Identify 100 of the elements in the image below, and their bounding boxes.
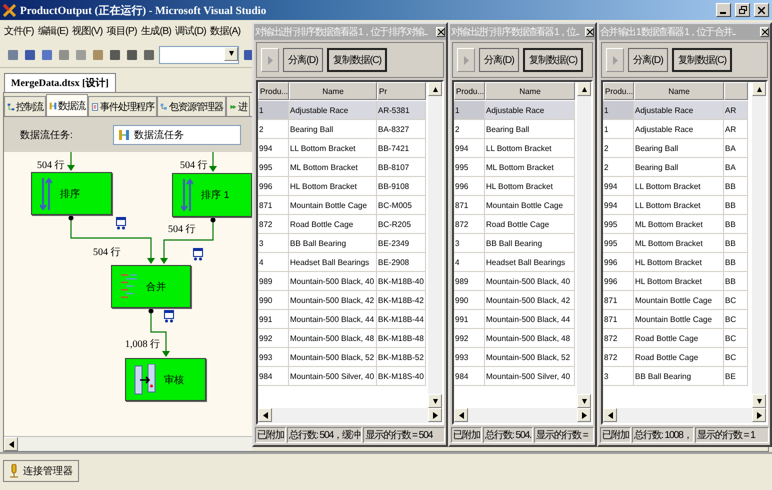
transform-node[interactable]: 排序 xyxy=(31,172,112,215)
status-text: 显示的行数 = 504 xyxy=(363,427,445,443)
table-cell: BK-M18S-40 xyxy=(377,367,426,386)
status-text: 显示的行数 = 1 xyxy=(694,427,769,443)
copy-data-button[interactable]: 复制数据(C) xyxy=(522,48,584,72)
table-cell: Mountain Bottle Cage xyxy=(634,310,724,329)
table-cell: BK-M18B-40 xyxy=(377,272,426,291)
table-cell: 996 xyxy=(454,177,485,196)
table-cell: 872 xyxy=(603,329,634,348)
scroll-right-icon xyxy=(582,412,586,418)
table-cell: 994 xyxy=(603,177,634,196)
row-count-label: 504 行 xyxy=(93,246,120,259)
table-cell: Mountain Bottle Cage xyxy=(485,196,575,215)
column-header[interactable]: Name xyxy=(289,82,377,100)
designer-tab[interactable]: 控制流 xyxy=(4,96,46,116)
vertical-scrollbar[interactable] xyxy=(577,82,591,408)
data-viewer-icon[interactable] xyxy=(164,310,174,323)
menu-item[interactable]: 项目(P) xyxy=(104,22,139,40)
detach-button[interactable]: 分离(D) xyxy=(283,48,323,72)
table-cell: 1 xyxy=(603,120,634,139)
designer-tab[interactable]: 包资源管理器 xyxy=(157,96,226,116)
menu-item[interactable]: 编辑(E) xyxy=(36,22,70,40)
horizontal-scrollbar[interactable] xyxy=(603,408,766,423)
close-button[interactable] xyxy=(436,27,445,37)
table-cell: 2 xyxy=(603,139,634,158)
horizontal-scrollbar[interactable] xyxy=(4,436,252,451)
table-cell: Adjustable Race xyxy=(634,120,724,139)
transform-node[interactable]: 审核 xyxy=(125,358,206,401)
close-button[interactable] xyxy=(754,3,769,17)
data-flow-icon xyxy=(49,100,57,110)
row-count-label: 504 行 xyxy=(180,159,208,172)
restore-button[interactable] xyxy=(735,3,750,17)
copy-data-button[interactable]: 复制数据(C) xyxy=(672,48,732,72)
data-viewer-icon[interactable] xyxy=(116,217,126,230)
designer-tab[interactable]: 事件处理程序 xyxy=(88,96,157,116)
table-cell: BA xyxy=(724,139,748,158)
column-header[interactable]: Produ... xyxy=(603,82,634,100)
menu-item[interactable]: 视图(V) xyxy=(70,22,104,40)
column-header[interactable]: Name xyxy=(485,82,575,100)
designer-tab[interactable]: 进 xyxy=(226,96,250,116)
connector-arrow[interactable] xyxy=(160,218,216,264)
designer-tab[interactable]: 数据流 xyxy=(46,94,88,116)
close-button[interactable] xyxy=(585,27,594,37)
scroll-left-icon xyxy=(458,412,464,418)
copy-data-button[interactable]: 复制数据(C) xyxy=(326,48,388,72)
column-header[interactable]: Pr xyxy=(377,82,426,100)
dropdown-caret-icon xyxy=(228,50,234,57)
scroll-left-icon xyxy=(608,412,612,418)
scroll-up-icon xyxy=(432,86,438,92)
table-cell: BB xyxy=(724,272,748,291)
vertical-scrollbar[interactable] xyxy=(752,82,766,408)
table-cell: BC xyxy=(724,310,748,329)
menu-item[interactable]: 文件(F) xyxy=(2,22,36,40)
connection-managers-tab[interactable]: 连接管理器 xyxy=(3,460,79,482)
column-header[interactable]: Produ... xyxy=(258,82,289,100)
table-cell: Mountain-500 Black, 48 xyxy=(485,329,575,348)
connector-arrow[interactable] xyxy=(148,308,170,357)
column-header[interactable] xyxy=(724,82,748,100)
scroll-left-icon xyxy=(262,412,268,418)
table-cell: 996 xyxy=(603,253,634,272)
row-count-label: 1,008 行 xyxy=(125,338,160,351)
table-cell: Road Bottle Cage xyxy=(634,348,724,367)
detach-button[interactable]: 分离(D) xyxy=(628,48,668,72)
task-dropdown[interactable]: 数据流任务 xyxy=(112,124,241,144)
column-header[interactable]: Name xyxy=(634,82,724,100)
document-tab[interactable]: MergeData.dtsx [设计] xyxy=(4,73,116,92)
table-cell: 995 xyxy=(603,215,634,234)
table-cell: Mountain-500 Black, 42 xyxy=(289,291,377,310)
table-cell: AR-5381 xyxy=(377,101,426,120)
table-cell: BE-2349 xyxy=(377,234,426,253)
detach-button[interactable]: 分离(D) xyxy=(479,48,519,72)
horizontal-scrollbar[interactable] xyxy=(258,408,442,423)
data-viewer-icon[interactable] xyxy=(193,248,203,261)
table-cell: BE xyxy=(724,367,748,386)
table-cell: BE-2908 xyxy=(377,253,426,272)
table-cell: BB-8107 xyxy=(377,158,426,177)
sort-arrows-icon xyxy=(181,178,193,212)
table-cell: 984 xyxy=(454,367,485,386)
table-cell: 871 xyxy=(603,291,634,310)
solution-config-dropdown[interactable] xyxy=(159,46,239,64)
table-cell: BB Ball Bearing xyxy=(634,367,724,386)
horizontal-scrollbar[interactable] xyxy=(454,408,591,423)
menu-item[interactable]: 生成(B) xyxy=(138,22,174,40)
vertical-scrollbar[interactable] xyxy=(428,82,442,408)
column-header[interactable]: Produ... xyxy=(454,82,485,100)
table-cell: 1 xyxy=(603,101,634,120)
table-cell: 989 xyxy=(454,272,485,291)
minimize-button[interactable] xyxy=(716,3,731,17)
play-icon xyxy=(464,56,468,64)
transform-node[interactable]: 排序 1 xyxy=(172,173,252,217)
close-button[interactable] xyxy=(760,27,769,37)
connector-arrow[interactable] xyxy=(68,216,155,264)
menu-item[interactable]: 数据(A) xyxy=(208,22,242,40)
table-cell: 871 xyxy=(258,196,289,215)
transform-node[interactable]: 合并 xyxy=(111,265,191,308)
scroll-down-icon xyxy=(582,398,586,404)
table-cell: LL Bottom Bracket xyxy=(289,139,377,158)
window-title: ProductOutput (正在运行) - Microsoft Visual Studio xyxy=(20,4,268,18)
table-cell: Adjustable Race xyxy=(485,101,575,120)
menu-item[interactable]: 调试(D) xyxy=(173,22,208,40)
